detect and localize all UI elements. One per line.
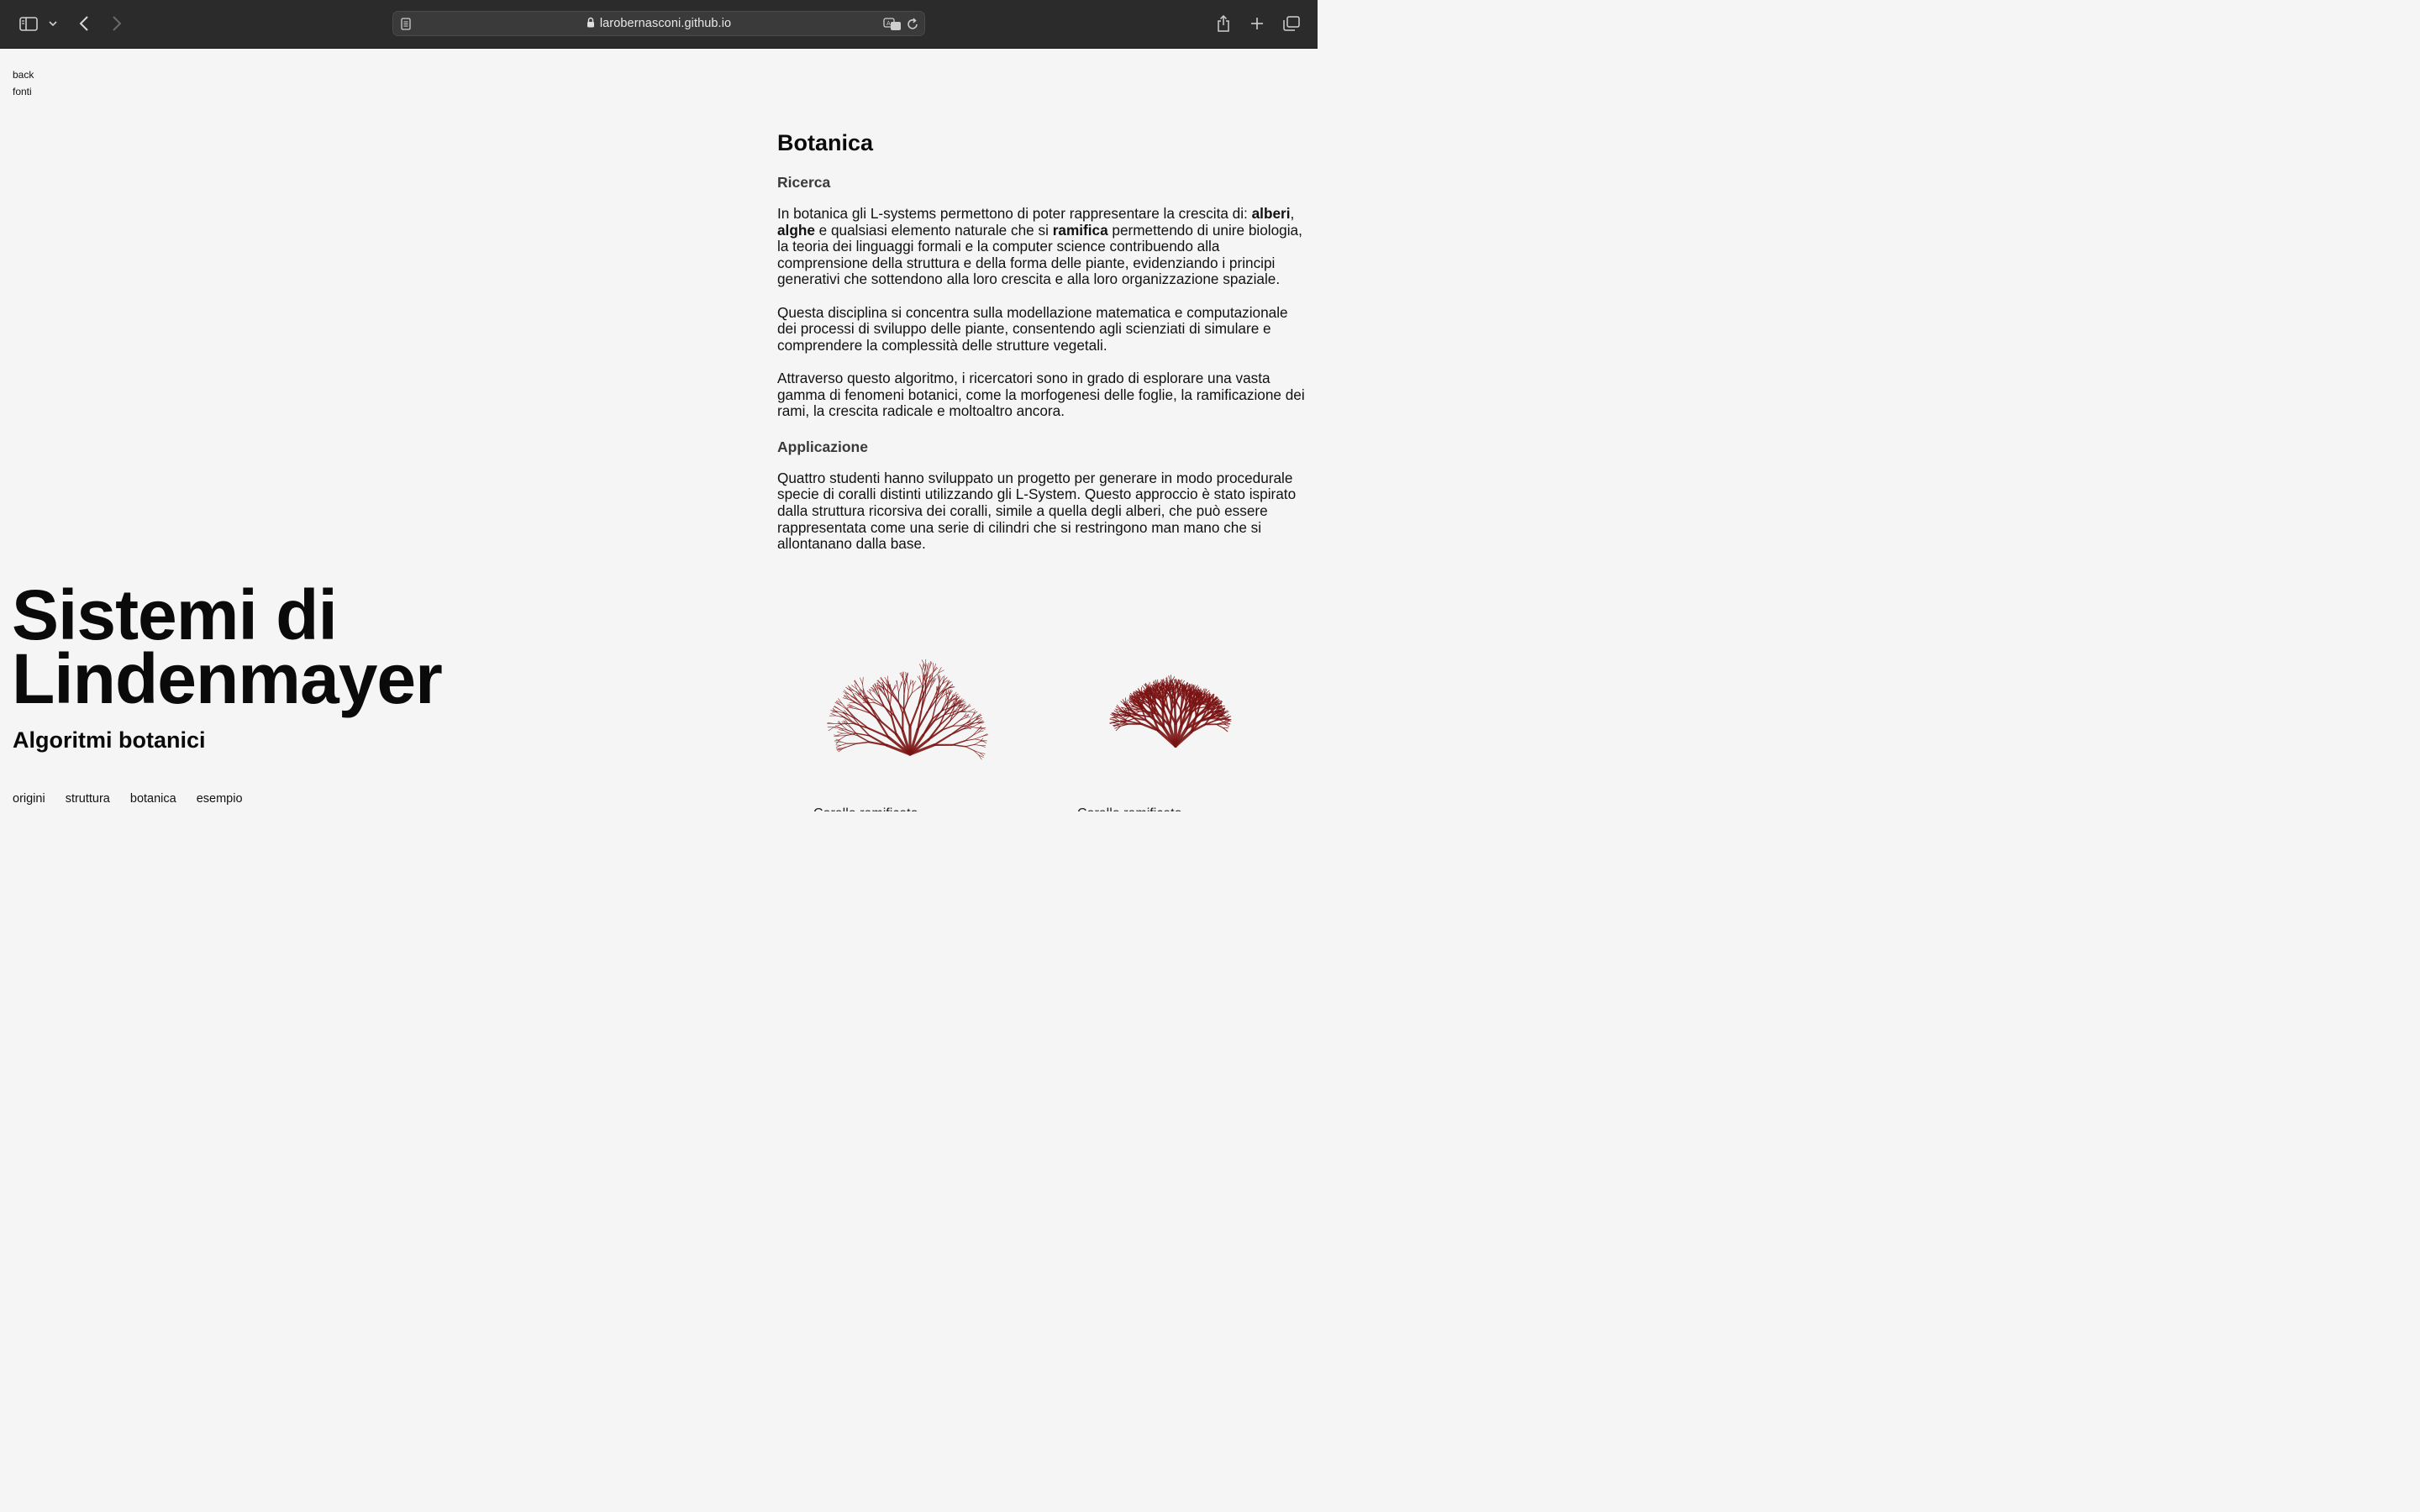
browser-toolbar: larobernasconi.github.io A bbox=[0, 0, 1318, 49]
back-link[interactable]: back bbox=[13, 67, 34, 84]
svg-text:A: A bbox=[886, 20, 891, 27]
paragraph-1: In botanica gli L-systems permettono di … bbox=[777, 205, 1305, 288]
p1-text-start: In botanica gli L-systems permettono di … bbox=[777, 205, 1252, 222]
p1-bold-ramifica: ramifica bbox=[1052, 221, 1108, 239]
paragraph-4: Quattro studenti hanno sviluppato un pro… bbox=[777, 469, 1297, 553]
reload-icon[interactable] bbox=[907, 18, 918, 34]
paragraph-3: Attraverso questo algoritmo, i ricercato… bbox=[777, 369, 1305, 420]
page-subtitle: Algoritmi botanici bbox=[13, 727, 206, 753]
section-heading-ricerca: Ricerca bbox=[777, 174, 831, 191]
coral-image-1 bbox=[827, 659, 989, 760]
section-nav: origini struttura botanica esempio bbox=[13, 792, 243, 806]
p1-sep: , bbox=[1290, 205, 1295, 222]
nav-botanica[interactable]: botanica bbox=[130, 792, 176, 806]
paragraph-2: Questa disciplina si concentra sulla mod… bbox=[777, 303, 1288, 354]
page-title-line2: Lindenmayer bbox=[12, 639, 443, 718]
coral-caption-1: Corallo ramificato bbox=[813, 805, 918, 811]
share-icon[interactable] bbox=[1213, 12, 1234, 35]
back-arrow-icon[interactable] bbox=[74, 12, 94, 35]
p1-text-mid: e qualsiasi elemento naturale che si bbox=[814, 221, 1053, 239]
p1-bold-alghe: alghe bbox=[777, 221, 815, 239]
chevron-down-icon[interactable] bbox=[46, 12, 60, 35]
nav-esempio[interactable]: esempio bbox=[197, 792, 243, 806]
article-botanica: Botanica Ricerca In botanica gli L-syste… bbox=[777, 128, 1305, 553]
new-tab-icon[interactable] bbox=[1248, 12, 1266, 35]
address-bar[interactable]: larobernasconi.github.io A bbox=[392, 11, 925, 36]
nav-origini[interactable]: origini bbox=[13, 792, 45, 806]
lock-icon bbox=[587, 17, 595, 31]
coral-caption-2: Corallo ramificato bbox=[1077, 805, 1181, 811]
url-domain: larobernasconi.github.io bbox=[599, 17, 732, 30]
p1-bold-alberi: alberi bbox=[1251, 205, 1291, 222]
nav-struttura[interactable]: struttura bbox=[66, 792, 110, 806]
top-nav: back fonti bbox=[13, 67, 34, 100]
forward-arrow-icon[interactable] bbox=[107, 12, 127, 35]
section-heading-applicazione: Applicazione bbox=[777, 438, 868, 455]
fonti-link[interactable]: fonti bbox=[13, 84, 34, 101]
article-title: Botanica bbox=[777, 130, 874, 155]
translate-icon[interactable]: A bbox=[883, 18, 902, 35]
coral-image-2 bbox=[1109, 675, 1232, 748]
sidebar-toggle-icon[interactable] bbox=[17, 12, 40, 35]
page-title: Sistemi di Lindenmayer bbox=[12, 580, 443, 714]
tab-overview-icon[interactable] bbox=[1281, 12, 1302, 35]
